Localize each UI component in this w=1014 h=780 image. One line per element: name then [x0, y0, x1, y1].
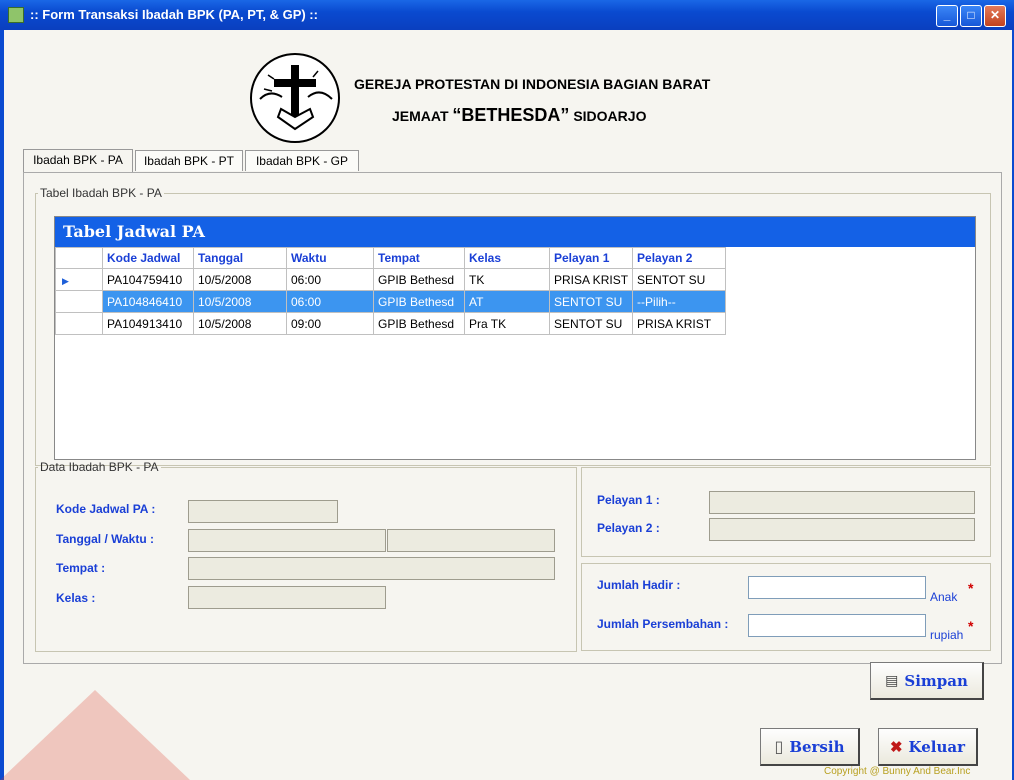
congregation-prefix: JEMAAT [392, 108, 449, 124]
column-header-pelayan-2[interactable]: Pelayan 2 [632, 247, 727, 269]
pelayan-1-field[interactable] [709, 491, 975, 514]
cell-pelayan-1[interactable]: SENTOT SU [548, 312, 634, 335]
tanggal-field[interactable] [188, 529, 386, 552]
kode-jadwal-label: Kode Jadwal PA : [56, 502, 156, 516]
congregation-suffix: SIDOARJO [573, 108, 647, 124]
tab-ibadah-bpk-pt[interactable]: Ibadah BPK - PT [135, 150, 243, 171]
close-x-icon: ✖ [889, 737, 903, 756]
kelas-field[interactable] [188, 586, 386, 609]
required-mark-icon: * [968, 580, 974, 596]
column-header-tanggal[interactable]: Tanggal [193, 247, 287, 269]
column-header-kode-jadwal[interactable]: Kode Jadwal [102, 247, 194, 269]
watermark-shape [0, 690, 190, 780]
required-mark-icon: * [968, 618, 974, 634]
church-logo [250, 53, 340, 143]
jumlah-persembahan-label: Jumlah Persembahan : [597, 617, 729, 631]
cell-waktu[interactable]: 06:00 [286, 268, 374, 291]
keluar-button[interactable]: ✖ Keluar [878, 728, 978, 766]
church-name: GEREJA PROTESTAN DI INDONESIA BAGIAN BAR… [354, 76, 711, 92]
jumlah-persembahan-input[interactable] [748, 614, 926, 637]
jumlah-persembahan-unit: rupiah [930, 628, 964, 642]
window-title: :: Form Transaksi Ibadah BPK (PA, PT, & … [30, 7, 318, 22]
cell-tanggal[interactable]: 10/5/2008 [193, 268, 287, 291]
cell-pelayan-1[interactable]: SENTOT SU [548, 290, 634, 313]
jumlah-hadir-unit: Anak [930, 590, 958, 604]
jumlah-hadir-input[interactable] [748, 576, 926, 599]
pelayan-1-label: Pelayan 1 : [597, 493, 660, 507]
table-group-legend: Tabel Ibadah BPK - PA [40, 186, 162, 200]
tempat-label: Tempat : [56, 561, 106, 575]
congregation-name: JEMAAT “BETHESDA” SIDOARJO [392, 105, 646, 126]
save-icon: ▤ [885, 672, 899, 689]
cell-pelayan-1[interactable]: PRISA KRIST [548, 268, 634, 291]
pelayan-2-label: Pelayan 2 : [597, 521, 660, 535]
simpan-label: Simpan [904, 671, 968, 690]
table-row-selected[interactable]: PA104846410 10/5/2008 06:00 GPIB Bethesd… [55, 290, 727, 313]
congregation-bethesda: “BETHESDA” [452, 105, 570, 125]
simpan-button[interactable]: ▤ Simpan [870, 662, 984, 700]
cell-pelayan-2[interactable]: --Pilih-- [632, 290, 727, 313]
row-indicator[interactable]: ▶ [55, 268, 103, 291]
bersih-button[interactable]: ▯ Bersih [760, 728, 860, 766]
cell-tanggal[interactable]: 10/5/2008 [193, 312, 287, 335]
row-indicator-header [55, 247, 103, 269]
minimize-button[interactable]: _ [936, 5, 958, 27]
cell-tempat[interactable]: GPIB Bethesd [373, 268, 465, 291]
table-row[interactable]: ▶ PA104759410 10/5/2008 06:00 GPIB Bethe… [55, 268, 727, 291]
cell-kode-jadwal[interactable]: PA104759410 [102, 268, 194, 291]
table-header-row: Kode Jadwal Tanggal Waktu Tempat Kelas P… [55, 247, 727, 269]
waktu-field[interactable] [387, 529, 555, 552]
tempat-field[interactable] [188, 557, 555, 580]
table-row[interactable]: PA104913410 10/5/2008 09:00 GPIB Bethesd… [55, 312, 727, 335]
cell-tanggal[interactable]: 10/5/2008 [193, 290, 287, 313]
row-indicator[interactable] [55, 312, 103, 335]
close-button[interactable]: ✕ [984, 5, 1006, 27]
column-header-pelayan-1[interactable]: Pelayan 1 [548, 247, 634, 269]
cell-tempat[interactable]: GPIB Bethesd [373, 290, 465, 313]
data-group-legend: Data Ibadah BPK - PA [40, 460, 159, 474]
kelas-label: Kelas : [56, 591, 96, 605]
kode-jadwal-field[interactable] [188, 500, 338, 523]
pelayan-2-field[interactable] [709, 518, 975, 541]
cell-waktu[interactable]: 06:00 [286, 290, 374, 313]
data-group: Data Ibadah BPK - PA [35, 460, 577, 652]
maximize-button[interactable]: □ [960, 5, 982, 27]
schedule-grid[interactable]: Tabel Jadwal PA Kode Jadwal Tanggal Wakt… [54, 216, 976, 460]
tab-ibadah-bpk-gp[interactable]: Ibadah BPK - GP [245, 150, 359, 171]
column-header-tempat[interactable]: Tempat [373, 247, 465, 269]
column-header-kelas[interactable]: Kelas [464, 247, 550, 269]
tanggal-waktu-label: Tanggal / Waktu : [56, 532, 154, 546]
schedule-table: Kode Jadwal Tanggal Waktu Tempat Kelas P… [55, 247, 727, 335]
keluar-label: Keluar [908, 737, 966, 756]
cell-kode-jadwal[interactable]: PA104913410 [102, 312, 194, 335]
tab-ibadah-bpk-pa[interactable]: Ibadah BPK - PA [23, 149, 133, 172]
current-row-arrow-icon: ▶ [62, 275, 69, 286]
bersih-label: Bersih [789, 737, 845, 756]
cell-kelas[interactable]: AT [464, 290, 550, 313]
title-bar: :: Form Transaksi Ibadah BPK (PA, PT, & … [0, 0, 1014, 30]
row-indicator[interactable] [55, 290, 103, 313]
cell-pelayan-2[interactable]: PRISA KRIST [632, 312, 727, 335]
copyright-text: Copyright @ Bunny And Bear.Inc [824, 766, 971, 777]
app-icon [8, 7, 24, 23]
column-header-waktu[interactable]: Waktu [286, 247, 374, 269]
cell-kode-jadwal[interactable]: PA104846410 [102, 290, 194, 313]
grid-caption: Tabel Jadwal PA [55, 217, 975, 247]
document-icon: ▯ [774, 737, 784, 756]
cell-waktu[interactable]: 09:00 [286, 312, 374, 335]
jumlah-hadir-label: Jumlah Hadir : [597, 578, 681, 592]
cell-kelas[interactable]: TK [464, 268, 550, 291]
cell-tempat[interactable]: GPIB Bethesd [373, 312, 465, 335]
cell-pelayan-2[interactable]: SENTOT SU [632, 268, 727, 291]
cell-kelas[interactable]: Pra TK [464, 312, 550, 335]
